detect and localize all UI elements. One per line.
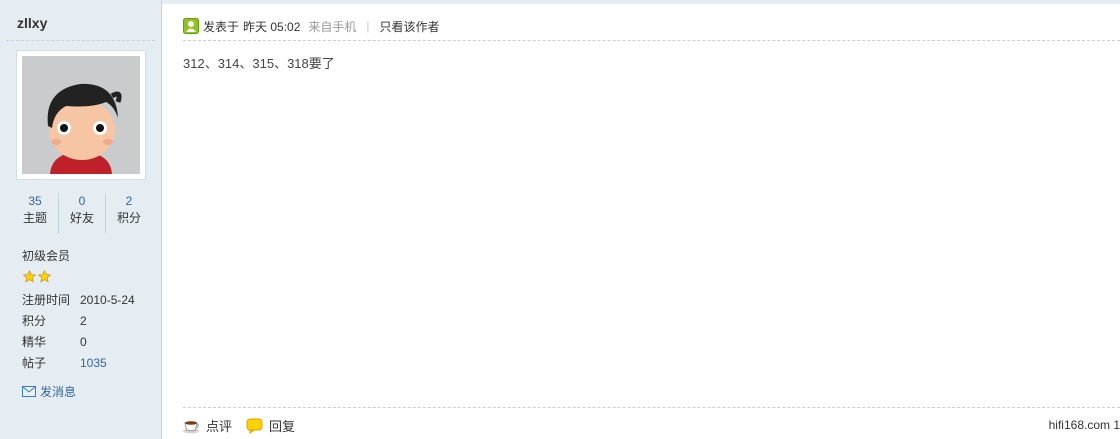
user-profile: 注册时间 2010-5-24 积分 2 精华 0 帖子 1035 xyxy=(22,290,135,374)
name-divider xyxy=(6,40,155,41)
envelope-icon xyxy=(22,386,36,397)
profile-key: 帖子 xyxy=(22,356,47,370)
posted-label: 发表于 xyxy=(203,19,240,34)
post-via: 来自手机 xyxy=(308,19,357,34)
user-stats: 35 主题 0 好友 2 积分 xyxy=(12,193,152,233)
post-content: 312、314、315、318要了 xyxy=(183,56,335,71)
stat-threads-label: 主题 xyxy=(22,211,47,225)
username[interactable]: zllxy xyxy=(17,15,47,31)
avatar-frame[interactable] xyxy=(16,50,146,180)
profile-row-regdate: 注册时间 2010-5-24 xyxy=(22,290,135,311)
profile-row-digest: 精华 0 xyxy=(22,332,135,353)
stat-points-label: 积分 xyxy=(116,211,141,225)
star-icon xyxy=(23,270,36,283)
profile-row-posts: 帖子 1035 xyxy=(22,353,135,374)
stat-friends[interactable]: 0 好友 xyxy=(58,193,105,233)
reply-button[interactable]: 回复 xyxy=(246,416,295,435)
footer-divider xyxy=(183,407,1120,408)
profile-value: 2010-5-24 xyxy=(80,293,135,307)
profile-row-points: 积分 2 xyxy=(22,311,135,332)
stat-threads-value[interactable]: 35 xyxy=(12,193,58,209)
send-message-link[interactable]: 发消息 xyxy=(22,383,76,400)
stat-points-value[interactable]: 2 xyxy=(106,193,152,209)
header-divider xyxy=(183,40,1120,41)
post-actions: 点评 回复 xyxy=(183,416,303,435)
star-icon xyxy=(38,270,51,283)
speech-bubble-icon xyxy=(246,418,263,434)
author-only-link[interactable]: 只看该作者 xyxy=(380,18,440,35)
stat-threads[interactable]: 35 主题 xyxy=(12,193,58,233)
post-time: 昨天 05:02 xyxy=(243,19,301,34)
reply-label: 回复 xyxy=(269,419,296,434)
coffee-cup-icon xyxy=(183,420,199,433)
user-sidebar: zllxy 35 主题 0 好友 2 积分 初级会员 注册时间 2010-5-2… xyxy=(0,0,162,439)
rank-stars xyxy=(23,270,51,283)
stat-friends-value[interactable]: 0 xyxy=(59,193,105,209)
comment-label: 点评 xyxy=(206,419,233,434)
profile-key: 精华 xyxy=(22,335,47,349)
post-main: 发表于 昨天 05:02 来自手机 | 只看该作者 312、314、315、31… xyxy=(183,0,1120,439)
profile-key: 注册时间 xyxy=(22,293,71,307)
user-group[interactable]: 初级会员 xyxy=(22,247,70,264)
site-credit: hifi168.com 1 xyxy=(1048,418,1120,432)
profile-value: 0 xyxy=(80,335,87,349)
avatar[interactable] xyxy=(22,56,140,174)
profile-key: 积分 xyxy=(22,314,47,328)
post-header: 发表于 昨天 05:02 来自手机 | 只看该作者 xyxy=(183,16,440,36)
send-message-label: 发消息 xyxy=(40,385,77,399)
profile-value: 2 xyxy=(80,314,87,328)
stat-friends-label: 好友 xyxy=(69,211,94,225)
stat-points[interactable]: 2 积分 xyxy=(105,193,152,233)
profile-posts-link[interactable]: 1035 xyxy=(80,353,107,374)
comment-button[interactable]: 点评 xyxy=(183,416,232,435)
online-status-icon xyxy=(183,18,199,34)
header-separator: | xyxy=(366,19,370,33)
